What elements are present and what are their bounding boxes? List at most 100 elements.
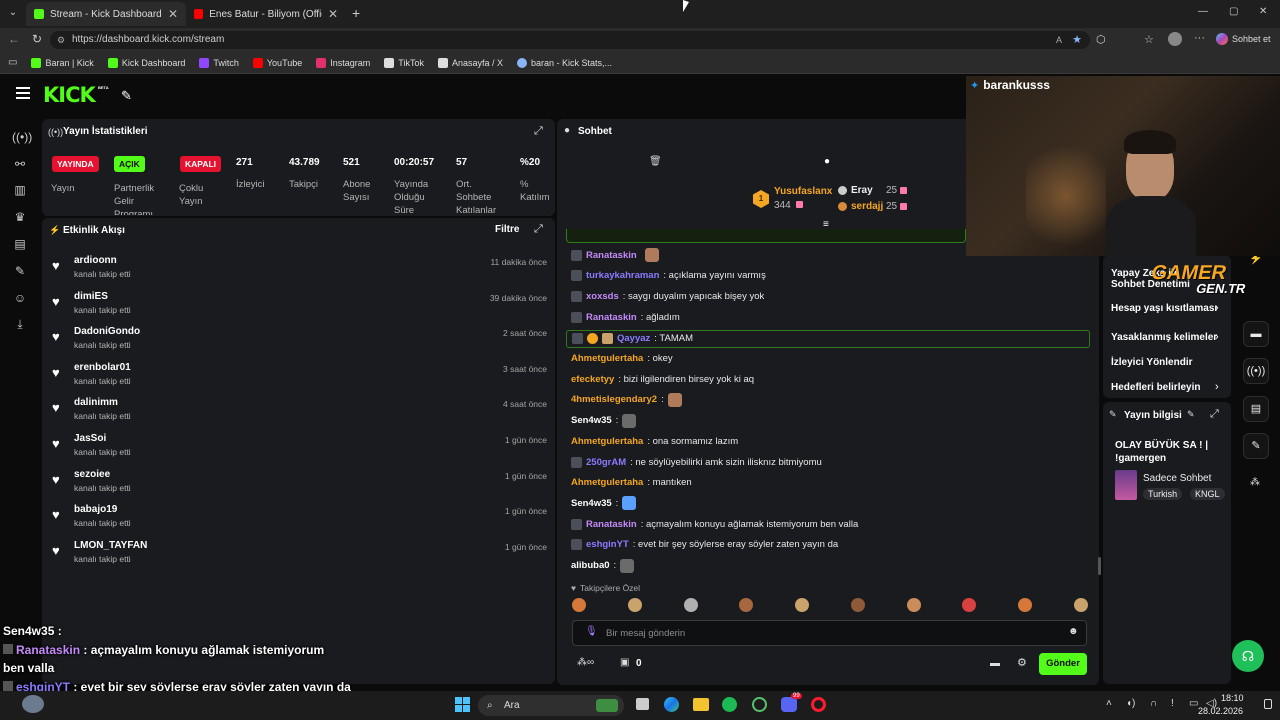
- chat-message[interactable]: Ranataskin: açmayalım konuyu ağlamak ist…: [571, 516, 858, 532]
- video-library-icon[interactable]: ▤: [12, 237, 28, 253]
- second-gifter-name[interactable]: Eray: [851, 185, 873, 196]
- activity-item[interactable]: ♥ erenbolar01 kanalı takip etti 3 saat önce: [52, 362, 547, 396]
- edit-icon[interactable]: ✎: [1187, 409, 1195, 420]
- quick-emote-icon[interactable]: [1073, 598, 1088, 612]
- follower-name[interactable]: JasSoi: [74, 433, 106, 444]
- emoji-picker-icon[interactable]: ☻: [1068, 626, 1079, 637]
- chat-message[interactable]: alibuba0:: [571, 558, 635, 574]
- chat-username[interactable]: Ahmetgulertaha: [571, 477, 643, 488]
- close-window-icon[interactable]: ✕: [1259, 6, 1267, 17]
- speaker-icon[interactable]: ◖): [1126, 698, 1135, 709]
- bookmark-item[interactable]: Anasayfa / X: [437, 57, 503, 68]
- tag-chip[interactable]: Turkish: [1143, 488, 1183, 500]
- chat-message[interactable]: Ranataskin: ağladım: [571, 309, 680, 325]
- bookmark-item[interactable]: baran - Kick Stats,...: [516, 57, 612, 68]
- clock-date[interactable]: 28.02.2026: [1198, 706, 1243, 716]
- quick-emote-icon[interactable]: [627, 598, 642, 612]
- favorite-star-icon[interactable]: ★: [1072, 31, 1082, 49]
- more-icon[interactable]: ···: [1194, 32, 1205, 44]
- chat-message[interactable]: Ahmetgulertaha: mantıken: [571, 475, 692, 491]
- quick-emote-icon[interactable]: [795, 598, 810, 612]
- activity-item[interactable]: ♥ ardioonn kanalı takip etti 11 dakika önce: [52, 255, 547, 289]
- reload-icon[interactable]: ↻: [32, 32, 42, 46]
- follower-name[interactable]: dimiES: [74, 291, 108, 302]
- follower-name[interactable]: sezoiee: [74, 469, 110, 480]
- hamburger-menu-icon[interactable]: [16, 87, 30, 99]
- chat-username[interactable]: Ahmetgulertaha: [571, 436, 643, 447]
- chat-message[interactable]: Sen4w35:: [571, 413, 637, 429]
- back-icon[interactable]: ←: [8, 32, 20, 46]
- chat-username[interactable]: Ranataskin: [586, 519, 637, 530]
- layout-icon[interactable]: ▤: [1243, 396, 1269, 422]
- follower-name[interactable]: babajo19: [74, 504, 117, 515]
- spotify-icon[interactable]: [722, 697, 737, 712]
- explorer-icon[interactable]: [693, 698, 709, 711]
- filter-button[interactable]: Filtre: [495, 224, 519, 235]
- raid-item[interactable]: İzleyici Yönlendir: [1111, 357, 1193, 368]
- edge-icon[interactable]: [664, 697, 679, 712]
- chat-username[interactable]: turkaykahraman: [586, 270, 659, 281]
- chat-username[interactable]: eshginYT: [586, 539, 629, 550]
- tag-chip[interactable]: KNGL: [1190, 488, 1225, 500]
- tools-icon[interactable]: ✎: [1243, 433, 1269, 459]
- support-headset-button[interactable]: ☊: [1232, 640, 1264, 672]
- chat-username[interactable]: Sen4w35: [571, 415, 612, 426]
- channel-points-icon[interactable]: ⁂∞: [577, 657, 594, 668]
- copilot-button[interactable]: Sohbet et: [1216, 33, 1271, 45]
- chat-username[interactable]: 250grAM: [586, 457, 626, 468]
- opera-icon[interactable]: [811, 697, 826, 712]
- expand-icon[interactable]: ⤢: [1210, 408, 1219, 421]
- chat-message[interactable]: Ranataskin: [571, 247, 659, 263]
- follower-name[interactable]: erenbolar01: [74, 362, 131, 373]
- analytics-icon[interactable]: ▥: [12, 183, 28, 199]
- minimize-icon[interactable]: —: [1198, 6, 1208, 17]
- expand-icon[interactable]: ⤢: [534, 125, 543, 138]
- wrench-icon[interactable]: ✎: [12, 264, 28, 280]
- browser-tab-kick[interactable]: Stream - Kick Dashboard ✕: [26, 2, 186, 26]
- bookmark-item[interactable]: Kick Dashboard: [107, 57, 185, 68]
- trophy-icon[interactable]: ♛: [12, 210, 28, 226]
- follower-name[interactable]: ardioonn: [74, 255, 117, 266]
- quick-emote-icon[interactable]: [739, 598, 754, 612]
- profile-avatar[interactable]: [1168, 32, 1182, 46]
- expand-icon[interactable]: ⤢: [534, 223, 543, 236]
- close-tab-icon[interactable]: ✕: [328, 7, 338, 21]
- account-age-item[interactable]: Hesap yaşı kısıtlaması: [1111, 303, 1217, 314]
- activity-item[interactable]: ♥ dimiES kanalı takip etti 39 dakika önce: [52, 291, 547, 325]
- chat-mode-icon[interactable]: ●: [824, 156, 830, 167]
- community-icon[interactable]: ☺: [12, 291, 28, 307]
- bookmark-item[interactable]: Instagram: [316, 57, 370, 68]
- chat-message[interactable]: Sen4w35:: [571, 495, 637, 511]
- site-info-icon[interactable]: ⚙: [57, 31, 65, 49]
- banned-words-item[interactable]: Yasaklanmış kelimeler: [1111, 332, 1217, 343]
- stream-live-icon[interactable]: ((•)): [12, 130, 32, 146]
- chat-username[interactable]: 4hmetislegendary2: [571, 394, 657, 405]
- upload-icon[interactable]: ⤓: [12, 317, 28, 333]
- goals-item[interactable]: Hedefleri belirleyin: [1111, 382, 1200, 393]
- bookmark-item[interactable]: Baran | Kick: [31, 57, 94, 68]
- chat-rules-icon[interactable]: ▬: [990, 658, 1000, 669]
- weather-widget-icon[interactable]: [22, 695, 44, 713]
- follower-name[interactable]: LMON_TAYFAN: [74, 540, 147, 551]
- bookmark-item[interactable]: YouTube: [252, 57, 302, 68]
- follower-name[interactable]: dalinimm: [74, 397, 118, 408]
- bookmark-item[interactable]: TikTok: [384, 57, 424, 68]
- task-view-icon[interactable]: [636, 698, 649, 710]
- chat-toggle-icon[interactable]: ▬: [1243, 321, 1269, 347]
- app-icon[interactable]: [752, 697, 767, 712]
- chat-username[interactable]: Qayyaz: [617, 333, 650, 344]
- follower-name[interactable]: DadoniGondo: [74, 326, 140, 337]
- chat-message[interactable]: 250grAM: ne söylüyebilirki amk sizin ili…: [571, 454, 822, 470]
- new-tab-icon[interactable]: +: [352, 5, 360, 21]
- chat-message[interactable]: Ahmetgulertaha: okey: [571, 351, 673, 367]
- link-icon[interactable]: ⚯: [12, 157, 28, 173]
- quick-emote-icon[interactable]: [962, 598, 977, 612]
- store-icon[interactable]: ▣: [620, 657, 629, 668]
- url-input[interactable]: ⚙ https://dashboard.kick.com/stream A ★: [50, 31, 1090, 49]
- chat-message[interactable]: Qayyaz: TAMAM: [566, 329, 1090, 348]
- kick-logo[interactable]: KICK: [43, 83, 96, 107]
- chat-username[interactable]: xoxsds: [586, 291, 619, 302]
- clock-time[interactable]: 18:10: [1221, 693, 1244, 703]
- activity-item[interactable]: ♥ JasSoi kanalı takip etti 1 gün önce: [52, 433, 547, 467]
- tools-icon[interactable]: ✎: [121, 88, 132, 104]
